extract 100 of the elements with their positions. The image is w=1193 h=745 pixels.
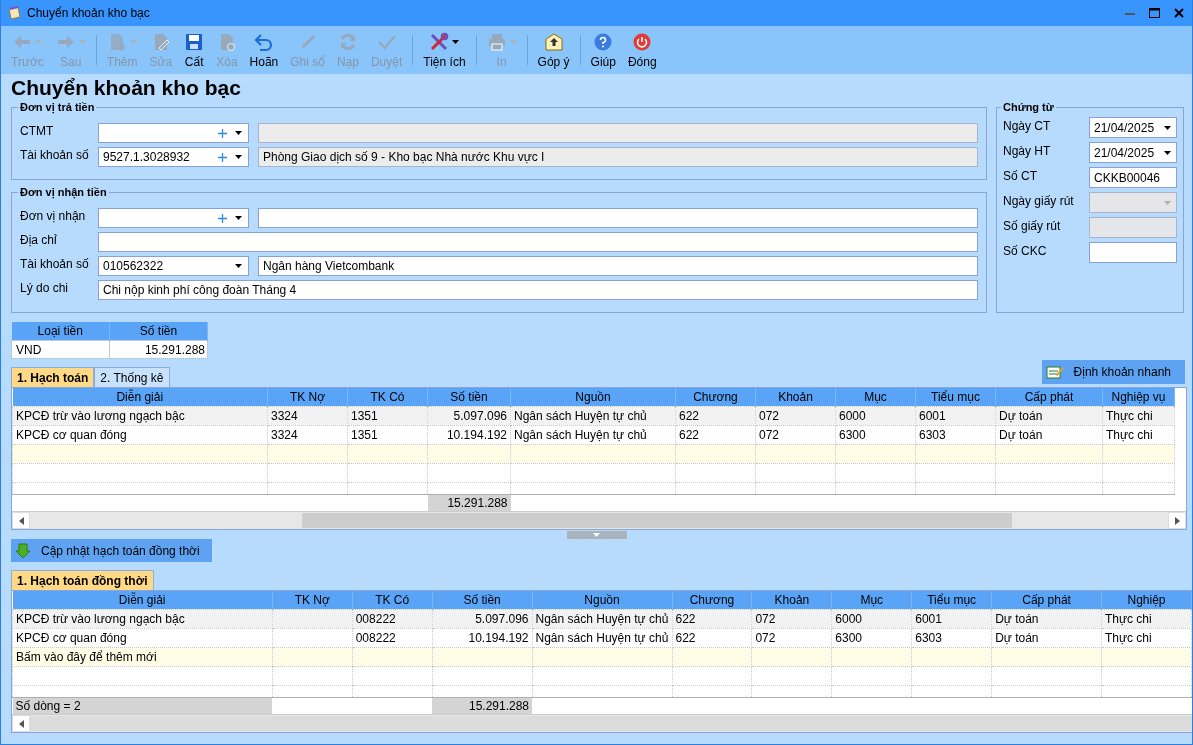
combo-box[interactable] [98, 123, 249, 143]
field-label: Lý do chi [20, 281, 70, 297]
text-field[interactable]: CKKB00046 [1089, 167, 1177, 188]
table-cell: 072 [755, 631, 776, 645]
toolbar-button[interactable]: Đóng [621, 29, 663, 71]
add-icon[interactable] [218, 128, 227, 138]
table-cell: 622 [679, 409, 700, 423]
horizontal-scrollbar[interactable] [12, 511, 1186, 529]
caret-icon [235, 131, 242, 135]
table-row[interactable]: KPCĐ cơ quan đóng 3324 1351 10.194.192 Ngân sách Huyện tự chủ 622 072 6300 6303 Dự toán Thực chi [12, 425, 1175, 445]
group-legend: Đơn vị trả tiền [18, 101, 97, 113]
table-cell: VND [16, 342, 42, 357]
column-header[interactable]: Tiểu mục [911, 591, 992, 610]
caret-icon [78, 39, 86, 44]
update-button[interactable]: Cập nhật hạch toán đồng thời [11, 539, 212, 562]
scroll-left-icon[interactable] [12, 715, 30, 732]
column-header[interactable]: TK Có [347, 388, 428, 407]
column-header[interactable]: Nghiệp vụ [1102, 388, 1175, 407]
column-header[interactable]: Nguồn [510, 388, 676, 407]
table-cell: Thực chi [1105, 631, 1152, 645]
close-icon[interactable] [1174, 8, 1184, 18]
maximize-icon[interactable] [1149, 8, 1160, 18]
date-picker[interactable]: 21/04/2025 [1089, 142, 1177, 163]
table-cell: Ngân sách Huyện tự chủ [535, 612, 669, 626]
table-cell: 072 [755, 612, 776, 626]
text-field[interactable] [98, 232, 978, 252]
window-title: Chuyển khoản kho bạc [27, 6, 150, 20]
description-field[interactable]: Phòng Giao dịch số 9 - Kho bạc Nhà nước Khu vực I [258, 147, 978, 167]
field-label: Tài khoản số [20, 257, 90, 273]
column-header[interactable]: Mục [835, 388, 916, 407]
tab[interactable]: 1. Hạch toán đồng thời [11, 570, 154, 590]
table-row[interactable]: KPCĐ trừ vào lương ngạch bậc 3324 1351 5.097.096 Ngân sách Huyện tự chủ 622 072 6000 6001 Dự toán Thực chi [12, 406, 1175, 426]
date-picker[interactable]: 21/04/2025 [1089, 117, 1177, 138]
toolbar-button[interactable]: Tiện ích [417, 29, 472, 71]
field-label: Đơn vị nhận [20, 209, 87, 225]
column-header[interactable]: Chương [672, 591, 752, 610]
column-header[interactable]: Nghiệp [1101, 591, 1192, 610]
combo-box[interactable]: 9527.1.3028932 [98, 147, 249, 167]
group-legend: Chứng từ [1001, 101, 1056, 113]
table-cell: 10.194.192 [468, 631, 529, 645]
horizontal-scrollbar[interactable] [12, 714, 1192, 732]
table-cell: Dự toán [999, 409, 1043, 423]
column-header[interactable]: Cấp phát [995, 388, 1103, 407]
column-header[interactable]: TK Có [352, 591, 433, 610]
field-label: CTMT [20, 124, 55, 140]
add-icon[interactable] [218, 152, 227, 162]
description-field[interactable] [258, 123, 978, 143]
scroll-left-icon[interactable] [12, 512, 30, 529]
caret-icon [509, 39, 517, 44]
tab[interactable]: 2. Thống kê [94, 367, 170, 387]
total-amount: 15.291.288 [468, 699, 530, 713]
table-row[interactable]: KPCĐ cơ quan đóng 008222 10.194.192 Ngân sách Huyện tự chủ 622 072 6300 6303 Dự toán Thực chi [12, 628, 1192, 648]
description-field[interactable]: Ngân hàng Vietcombank [258, 256, 978, 276]
field-label: Ngày giấy rút [1003, 194, 1075, 210]
field-label: Ngày CT [1003, 119, 1052, 135]
splitter-handle[interactable] [566, 531, 627, 539]
caret-icon [130, 39, 138, 44]
toolbar-button[interactable]: Giúp [584, 29, 622, 71]
table-cell: 008222 [355, 612, 396, 626]
column-header[interactable]: Diễn giải [12, 388, 268, 407]
column-header[interactable]: TK Nợ [272, 591, 353, 610]
column-header[interactable]: Tiểu mục [915, 388, 996, 407]
combo-box[interactable]: 010562322 [98, 256, 249, 276]
column-header[interactable]: Chương [675, 388, 756, 407]
table-cell: KPCĐ trừ vào lương ngạch bậc [16, 612, 185, 626]
table-row[interactable]: KPCĐ trừ vào lương ngạch bậc 008222 5.097.096 Ngân sách Huyện tự chủ 622 072 6000 6001 Dự toán Thực chi [12, 609, 1192, 629]
column-header[interactable]: Khoản [755, 388, 836, 407]
column-header[interactable]: TK Nợ [267, 388, 348, 407]
column-header[interactable]: Diễn giải [12, 591, 273, 610]
tab[interactable]: 1. Hạch toán [11, 367, 95, 387]
description-field[interactable] [258, 208, 978, 228]
quick-entry-button[interactable]: Định khoản nhanh [1041, 360, 1185, 384]
column-header[interactable]: Khoản [751, 591, 832, 610]
field-label: Số CKC [1003, 244, 1048, 260]
table-cell: 1351 [351, 428, 378, 442]
table-cell: 5.097.096 [475, 612, 529, 626]
save-icon [184, 31, 205, 52]
table-cell: Thực chi [1105, 612, 1152, 626]
combo-box[interactable] [98, 208, 249, 228]
caret-icon [235, 264, 242, 268]
table-cell: Dự toán [995, 612, 1039, 626]
column-header[interactable]: Số tiền [432, 591, 533, 610]
table-cell: 008222 [355, 631, 396, 645]
toolbar-button[interactable]: Hoãn [243, 29, 285, 71]
scroll-right-icon[interactable] [1168, 512, 1186, 529]
table-cell: 072 [759, 409, 780, 423]
add-icon[interactable] [218, 213, 227, 223]
caret-icon [235, 216, 242, 220]
column-header: Số tiền [109, 322, 208, 341]
total-amount: 15.291.288 [447, 496, 508, 510]
toolbar-button[interactable]: Góp ý [531, 29, 576, 71]
column-header[interactable]: Mục [831, 591, 912, 610]
text-field[interactable]: Chi nộp kinh phí công đoàn Tháng 4 [98, 280, 978, 300]
toolbar-button[interactable]: Cất [178, 29, 211, 71]
column-header[interactable]: Số tiền [427, 388, 511, 407]
text-field[interactable] [1089, 242, 1177, 263]
column-header[interactable]: Nguồn [532, 591, 672, 610]
column-header[interactable]: Cấp phát [991, 591, 1102, 610]
minimize-icon[interactable] [1125, 11, 1135, 15]
table-cell: 6300 [839, 428, 866, 442]
